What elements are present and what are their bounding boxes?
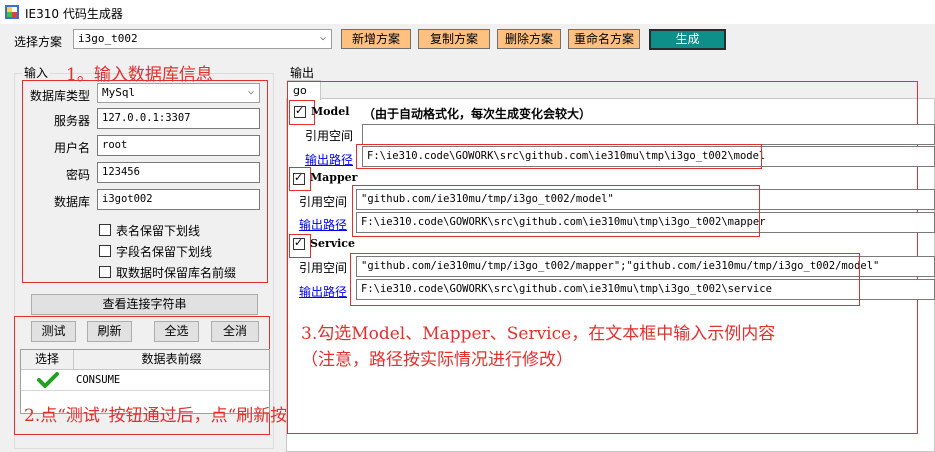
view-connection-string-button[interactable]: 查看连接字符串 [31, 294, 258, 315]
scheme-label: 选择方案 [14, 35, 63, 49]
service-ref-label: 引用空间 [299, 261, 348, 275]
user-input[interactable]: root [97, 135, 260, 156]
rename-scheme-button[interactable]: 重命名方案 [568, 29, 640, 49]
service-checkbox[interactable] [293, 236, 305, 250]
server-label: 服务器 [54, 114, 91, 128]
mapper-checkbox[interactable] [293, 171, 305, 185]
app-icon [5, 5, 19, 19]
server-input[interactable]: 127.0.0.1:3307 [97, 108, 260, 129]
refresh-button[interactable]: 刷新 [87, 321, 132, 342]
output-group-label: 输出 [290, 66, 315, 80]
chevron-down-icon: ⌵ [319, 32, 326, 43]
service-fields-highlight [350, 253, 860, 306]
field-underscore-checkbox[interactable] [99, 245, 111, 257]
grid-header-select[interactable]: 选择 [21, 350, 74, 370]
password-label: 密码 [66, 168, 91, 182]
model-ref-label: 引用空间 [305, 129, 354, 143]
db-type-value: MySql [102, 86, 136, 99]
mapper-path-link[interactable]: 输出路径 [299, 216, 347, 233]
model-path-link[interactable]: 输出路径 [305, 151, 353, 168]
table-underscore-checkbox[interactable] [99, 224, 111, 236]
new-scheme-button[interactable]: 新增方案 [341, 29, 411, 49]
grid-header-prefix[interactable]: 数据表前缀 [74, 350, 269, 370]
password-input[interactable]: 123456 [97, 162, 260, 183]
chevron-down-icon: ⌵ [247, 86, 254, 97]
output-annotation-line2: （注意，路径按实际情况进行修改） [301, 350, 573, 370]
window-title: IE310 代码生成器 [25, 7, 123, 21]
model-ref-input[interactable] [362, 124, 935, 145]
test-button[interactable]: 测试 [31, 321, 76, 342]
model-note: （由于自动格式化，每次生成变化会较大） [363, 107, 592, 121]
generate-button[interactable]: 生成 [649, 29, 726, 50]
scheme-select-value: i3go_t002 [78, 32, 138, 45]
db-prefix-label: 取数据时保留库名前缀 [116, 266, 237, 280]
service-path-link[interactable]: 输出路径 [299, 283, 347, 300]
field-underscore-label: 字段名保留下划线 [116, 245, 213, 259]
select-all-button[interactable]: 全选 [154, 321, 199, 342]
title-bar [0, 0, 935, 24]
mapper-title: Mapper [310, 171, 358, 184]
model-title: Model [311, 105, 350, 118]
output-annotation-line1: 3.勾选Model、Mapper、Service，在文本框中输入示例内容 [301, 324, 776, 344]
mapper-fields-highlight [352, 185, 760, 237]
table-row-prefix: CONSUME [76, 374, 121, 386]
service-title: Service [310, 237, 356, 250]
database-input[interactable]: i3got002 [97, 189, 260, 210]
scheme-select[interactable]: i3go_t002 ⌵ [73, 29, 332, 49]
db-prefix-checkbox[interactable] [99, 266, 111, 278]
model-checkbox[interactable] [294, 104, 306, 118]
model-path-highlight [356, 144, 762, 169]
db-type-label: 数据库类型 [30, 89, 91, 103]
checkmark-icon[interactable] [37, 372, 59, 391]
mapper-ref-label: 引用空间 [299, 195, 348, 209]
table-underscore-label: 表名保留下划线 [116, 224, 201, 238]
delete-scheme-button[interactable]: 删除方案 [497, 29, 561, 49]
clear-all-button[interactable]: 全消 [211, 321, 259, 342]
user-label: 用户名 [54, 141, 91, 155]
copy-scheme-button[interactable]: 复制方案 [418, 29, 490, 49]
database-label: 数据库 [54, 195, 91, 209]
db-type-select[interactable]: MySql ⌵ [97, 83, 260, 103]
input-group-label: 输入 [22, 64, 51, 81]
